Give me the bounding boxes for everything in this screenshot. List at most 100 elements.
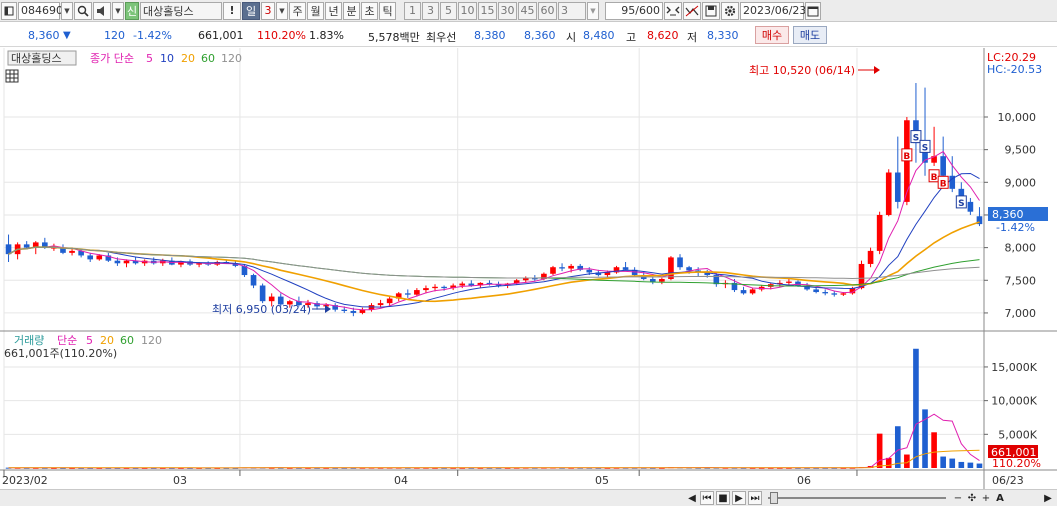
signal-letter: B (940, 179, 947, 189)
period-year-tab[interactable]: 년 (325, 1, 342, 20)
candle-body (23, 244, 30, 248)
stock-chart[interactable]: BSSBBS 7,0007,5008,0008,5009,0009,50010,… (0, 48, 1057, 490)
text-size-icon[interactable]: A (994, 491, 1006, 505)
price-legend-ma20: 20 (181, 52, 195, 65)
current-price-tag-value: 8,360 (992, 208, 1024, 221)
price-legend-ma10: 10 (160, 52, 174, 65)
month-label-mar: 03 (173, 474, 187, 487)
signal-letter: S (922, 143, 928, 153)
candle-body (749, 289, 756, 294)
signal-letter: S (913, 134, 919, 144)
candle-body (740, 290, 747, 294)
interval-60-button[interactable]: 60 (538, 1, 557, 20)
period-tick-tab[interactable]: 틱 (379, 1, 396, 20)
candle-body (649, 278, 656, 282)
stock-code-dropdown[interactable]: ▼ (61, 1, 73, 20)
bar-count-field[interactable]: 95/600 (605, 1, 663, 20)
chart-type-icon[interactable] (683, 1, 701, 20)
speaker-dropdown[interactable]: ▼ (112, 1, 124, 20)
candle-body (668, 257, 674, 279)
price-legend-ma60: 60 (201, 52, 215, 65)
interval-custom-dropdown[interactable]: ▼ (587, 1, 599, 20)
scroll-right-icon[interactable]: ▶ (1042, 491, 1054, 505)
period-minute-tab[interactable]: 분 (343, 1, 360, 20)
candle-body (559, 267, 565, 269)
volume-tick-label: 5,000K (998, 428, 1037, 441)
volume-legend-ma120: 120 (141, 334, 162, 347)
month-label-may: 05 (595, 474, 609, 487)
interval-30-button[interactable]: 30 (498, 1, 517, 20)
zoom-slider-handle[interactable] (770, 492, 778, 504)
candle-body (786, 281, 792, 283)
stock-name-field[interactable]: 대상홀딩스 (140, 1, 222, 20)
candle-body (441, 286, 447, 289)
period-day-tab[interactable]: 일 (242, 1, 260, 20)
trade-volume: 661,001 (198, 29, 244, 42)
alert-button[interactable]: ! (223, 1, 241, 20)
save-icon[interactable] (702, 1, 720, 20)
candle-body (432, 286, 438, 289)
interval-5-button[interactable]: 5 (440, 1, 457, 20)
magnifier-icon[interactable] (74, 1, 92, 20)
candle-body (885, 172, 892, 215)
stop-icon[interactable]: ■ (716, 491, 730, 505)
interval-10-button[interactable]: 10 (458, 1, 477, 20)
zoom-slider-track[interactable] (768, 497, 946, 499)
interval-custom-field[interactable]: 3 (558, 1, 586, 20)
price-tick-label: 7,500 (1005, 274, 1037, 287)
candle-body (259, 285, 266, 302)
volume-ratio: 110.20% (257, 29, 306, 42)
interval-45-button[interactable]: 45 (518, 1, 537, 20)
buy-button[interactable]: 매수 (755, 26, 789, 44)
move-icon[interactable]: ✣ (966, 491, 978, 505)
zoom-in-icon[interactable]: + (980, 491, 992, 505)
scroll-first-icon[interactable]: ⏮ (700, 491, 714, 505)
candle-body (250, 275, 257, 286)
volume-ma5-line (8, 413, 980, 469)
stock-code-input[interactable]: 084690 (18, 1, 63, 20)
period-number-field[interactable]: 3 (261, 1, 275, 20)
price-tick-label: 9,500 (1005, 144, 1037, 157)
period-second-tab[interactable]: 초 (361, 1, 378, 20)
candle-body (940, 156, 946, 176)
candle-body (967, 201, 974, 212)
interval-1-button[interactable]: 1 (404, 1, 421, 20)
period-week-tab[interactable]: 주 (289, 1, 306, 20)
volume-bar (913, 348, 919, 468)
volume-bar (976, 463, 983, 468)
candle-body (822, 292, 829, 294)
interval-15-button[interactable]: 15 (478, 1, 497, 20)
current-price: 8,360 (28, 29, 60, 42)
candle-body (813, 289, 819, 293)
volume-legend-ma5: 5 (86, 334, 93, 347)
signal-letter: B (903, 152, 910, 162)
candle-body (350, 310, 357, 313)
zoom-out-icon[interactable]: − (952, 491, 964, 505)
date-field[interactable]: 2023/06/23 (740, 1, 806, 20)
gear-icon[interactable] (721, 1, 739, 20)
volume-bar (894, 426, 901, 468)
volume-bar (967, 462, 974, 468)
chart-arrange-icon[interactable] (664, 1, 682, 20)
period-number-dropdown[interactable]: ▼ (276, 1, 288, 20)
sell-button[interactable]: 매도 (793, 26, 827, 44)
low-label: 저 (687, 31, 698, 44)
volume-legend-ma60: 60 (120, 334, 134, 347)
grid-toggle-icon[interactable] (5, 69, 19, 83)
period-month-tab[interactable]: 월 (307, 1, 324, 20)
high-annotation: 최고 10,520 (06/14) (749, 64, 855, 77)
play-icon[interactable]: ▶ (732, 491, 746, 505)
high-label: 고 (626, 31, 637, 44)
panel-toggle-icon[interactable] (1, 1, 17, 20)
scroll-left-icon[interactable]: ◀ (686, 491, 698, 505)
scroll-last-icon[interactable]: ⏭ (748, 491, 762, 505)
low-price: 8,330 (707, 29, 739, 42)
down-arrow-icon: ▼ (63, 30, 71, 41)
month-label-apr: 04 (394, 474, 408, 487)
candle-body (268, 296, 275, 302)
candle-body (659, 278, 665, 282)
bar-count-total: /600 (635, 4, 660, 17)
interval-3-button[interactable]: 3 (422, 1, 439, 20)
calendar-icon[interactable] (805, 1, 821, 20)
speaker-icon[interactable] (93, 1, 111, 20)
